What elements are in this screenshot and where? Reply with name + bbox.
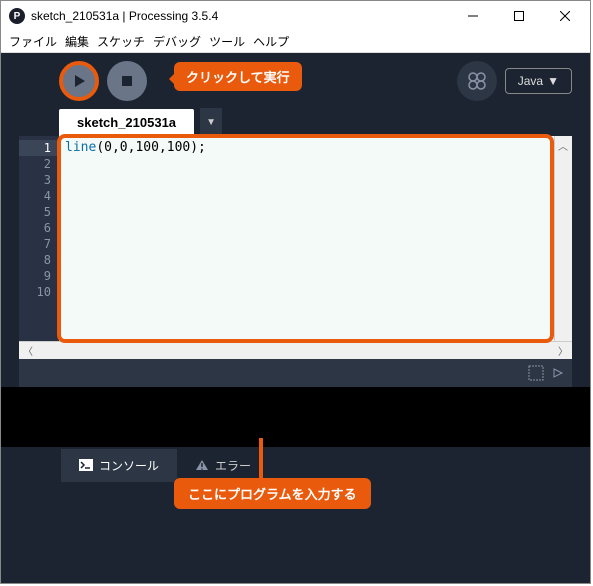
- horizontal-scrollbar[interactable]: 〈 〉: [19, 341, 572, 359]
- menubar: ファイル 編集 スケッチ デバッグ ツール ヘルプ: [1, 31, 590, 53]
- maximize-icon: [514, 11, 524, 21]
- close-button[interactable]: [542, 1, 588, 31]
- console-tab-label: コンソール: [99, 457, 159, 474]
- line-number: 6: [19, 220, 59, 236]
- play-icon: [72, 74, 86, 88]
- menu-edit[interactable]: 編集: [65, 33, 89, 50]
- tab-bar: sketch_210531a ▼: [1, 108, 590, 136]
- collapse-icon[interactable]: [552, 367, 564, 379]
- scroll-right-icon: 〉: [558, 343, 568, 358]
- code-text: (0,0,100,100);: [96, 140, 206, 155]
- mode-selector[interactable]: Java ▼: [505, 68, 572, 94]
- toolbar: クリックして実行 Java ▼: [1, 53, 590, 108]
- app-window: P sketch_210531a | Processing 3.5.4 ファイル…: [0, 0, 591, 584]
- menu-tools[interactable]: ツール: [209, 33, 245, 50]
- menu-file[interactable]: ファイル: [9, 33, 57, 50]
- maximize-button[interactable]: [496, 1, 542, 31]
- code-keyword: line: [65, 140, 96, 155]
- annotation-run: クリックして実行: [174, 62, 302, 91]
- console-icon: [79, 459, 93, 471]
- annotation-connector: [259, 438, 263, 478]
- line-number: 3: [19, 172, 59, 188]
- status-bar: [19, 359, 572, 387]
- stop-icon: [121, 75, 133, 87]
- code-area[interactable]: line(0,0,100,100);: [59, 136, 554, 341]
- line-number: 10: [19, 284, 59, 300]
- line-number: 9: [19, 268, 59, 284]
- line-number: 5: [19, 204, 59, 220]
- errors-tab[interactable]: エラー: [177, 449, 269, 482]
- line-number: 4: [19, 188, 59, 204]
- stop-button[interactable]: [107, 61, 147, 101]
- app-icon: P: [9, 8, 25, 24]
- menu-help[interactable]: ヘルプ: [253, 33, 289, 50]
- output-area: [1, 387, 590, 447]
- butterfly-icon: [467, 71, 487, 91]
- console-tab[interactable]: コンソール: [61, 449, 177, 482]
- vertical-scrollbar[interactable]: ︿: [554, 136, 572, 341]
- titlebar[interactable]: P sketch_210531a | Processing 3.5.4: [1, 1, 590, 31]
- sketch-tab[interactable]: sketch_210531a: [59, 109, 194, 136]
- menu-sketch[interactable]: スケッチ: [97, 33, 145, 50]
- menu-debug[interactable]: デバッグ: [153, 33, 201, 50]
- grid-icon[interactable]: [528, 365, 544, 381]
- line-number: 2: [19, 156, 59, 172]
- editor-wrap: 1 2 3 4 5 6 7 8 9 10 line(0,0,100,100); …: [19, 136, 572, 341]
- line-number: 7: [19, 236, 59, 252]
- mode-label: Java: [518, 74, 543, 88]
- minimize-button[interactable]: [450, 1, 496, 31]
- scroll-up-icon: ︿: [558, 138, 568, 153]
- line-number: 1: [19, 140, 59, 156]
- line-number: 8: [19, 252, 59, 268]
- window-title: sketch_210531a | Processing 3.5.4: [31, 9, 450, 23]
- run-button[interactable]: [59, 61, 99, 101]
- line-gutter: 1 2 3 4 5 6 7 8 9 10: [19, 136, 59, 341]
- minimize-icon: [468, 11, 478, 21]
- annotation-code: ここにプログラムを入力する: [174, 478, 371, 509]
- warning-icon: [195, 459, 209, 471]
- errors-tab-label: エラー: [215, 457, 251, 474]
- chevron-down-icon: ▼: [547, 74, 559, 88]
- scroll-left-icon: 〈: [23, 343, 33, 358]
- main-area: クリックして実行 Java ▼ sketch_210531a ▼: [1, 53, 590, 583]
- debug-button[interactable]: [457, 61, 497, 101]
- tab-dropdown[interactable]: ▼: [200, 108, 222, 136]
- close-icon: [560, 11, 570, 21]
- code-editor[interactable]: 1 2 3 4 5 6 7 8 9 10 line(0,0,100,100); …: [19, 136, 572, 341]
